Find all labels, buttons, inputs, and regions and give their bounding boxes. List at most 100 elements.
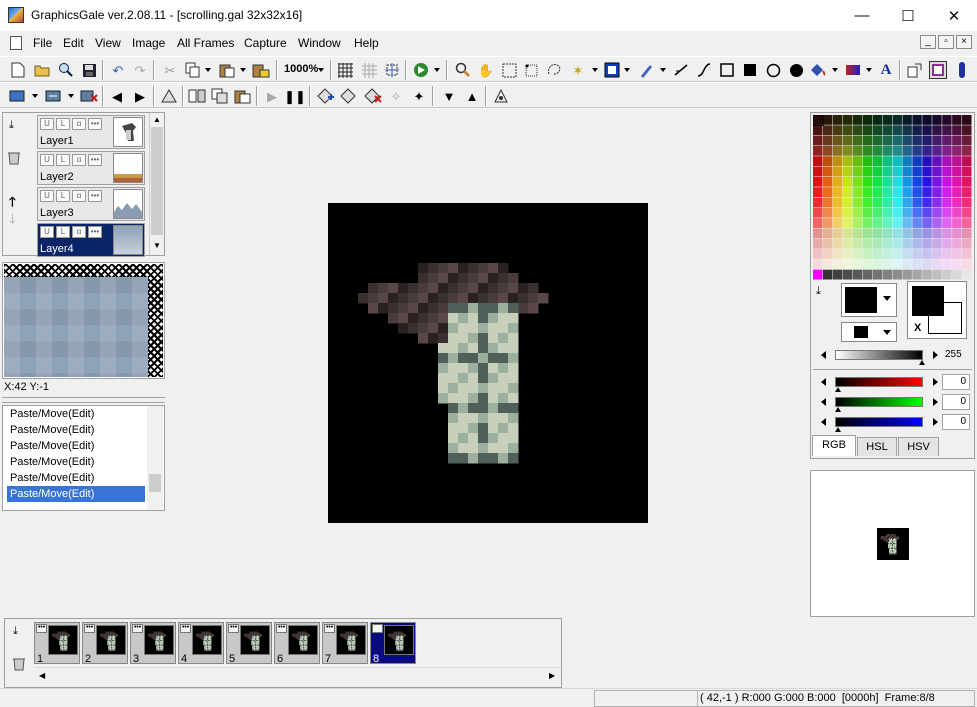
layer-alpha-button[interactable]: α [72, 226, 86, 238]
red-slider[interactable] [835, 377, 923, 387]
history-item[interactable]: Paste/Move(Edit) [7, 454, 145, 470]
curve-icon[interactable] [695, 61, 713, 79]
animation-dropdown-icon[interactable] [434, 68, 440, 72]
tab-rgb[interactable]: RGB [812, 435, 856, 456]
ellipse-icon[interactable] [764, 61, 782, 79]
layers-scrollbar[interactable]: ▲ ▼ [149, 113, 164, 255]
pen-dropdown-icon[interactable] [660, 68, 666, 72]
scroll-down-icon[interactable]: ▼ [153, 241, 161, 250]
layer-row-2[interactable]: U L α ••• Layer2 [37, 151, 145, 185]
rect-select-icon[interactable] [500, 61, 518, 79]
delete-frames-icon[interactable] [364, 87, 382, 105]
layer-lock-button[interactable]: L [56, 190, 70, 202]
history-item[interactable]: Paste/Move(Edit) [7, 406, 145, 422]
close-button[interactable]: ✕ [931, 0, 977, 31]
green-right-arrow-icon[interactable] [933, 398, 938, 406]
layer-unlock-button[interactable]: U [40, 226, 54, 238]
download-frame-icon[interactable]: ⤓ [13, 625, 18, 638]
blue-slider[interactable] [835, 417, 923, 427]
layer-row-1[interactable]: U L α ••• Layer1 [37, 115, 145, 149]
undo-icon[interactable]: ↶ [109, 61, 127, 79]
frame-menu-button[interactable]: ••• [372, 624, 383, 633]
frame-thumb-3[interactable]: ••• 3 [130, 622, 176, 665]
add-layer-dropdown-icon[interactable] [32, 94, 38, 98]
color-swatches[interactable]: X [907, 281, 967, 339]
filled-ellipse-icon[interactable] [787, 61, 805, 79]
red-right-arrow-icon[interactable] [933, 378, 938, 386]
paste-icon[interactable] [218, 61, 236, 79]
layer-alpha-button[interactable]: α [72, 190, 86, 202]
frame-thumb-5[interactable]: ••• 5 [226, 622, 272, 665]
foreground-color-swatch[interactable] [912, 286, 944, 316]
paste-new-icon[interactable] [252, 61, 270, 79]
frame-effect-icon[interactable]: ✦ [410, 87, 428, 105]
frames-scrollbar[interactable]: ◀ ▶ [35, 667, 561, 685]
hand-tool-icon[interactable]: ✋ [477, 61, 495, 79]
copy-to-icon[interactable] [906, 61, 924, 79]
mdi-minimize-button[interactable]: _ [920, 35, 936, 49]
layer-lock-button[interactable]: L [56, 118, 70, 130]
layer-unlock-button[interactable]: U [40, 118, 54, 130]
download-layer-icon[interactable]: ⤓ [9, 119, 14, 132]
layer-lock-button[interactable]: L [56, 226, 70, 238]
mdi-close-button[interactable]: × [956, 35, 972, 49]
menu-capture[interactable]: Capture [244, 36, 287, 50]
frame-thumb-2[interactable]: ••• 2 [82, 622, 128, 665]
alpha-slider-thumb[interactable] [919, 360, 925, 365]
layer-row-4[interactable]: U L α ••• Layer4 [37, 223, 145, 257]
magic-wand-icon[interactable]: ✶ [569, 61, 587, 79]
frame-menu-button[interactable]: ••• [132, 624, 143, 633]
layer-menu-button[interactable]: ••• [88, 118, 102, 130]
trash-icon[interactable] [11, 655, 27, 671]
menu-all-frames[interactable]: All Frames [177, 36, 234, 50]
frame-thumb-1[interactable]: ••• 1 [34, 622, 80, 665]
fill-dropdown-icon[interactable] [832, 68, 838, 72]
alpha-right-arrow-icon[interactable] [933, 351, 938, 359]
panel-splitter[interactable] [2, 397, 165, 403]
composite-icon[interactable] [188, 87, 206, 105]
layer-alpha-button[interactable]: α [72, 118, 86, 130]
animation-icon[interactable] [412, 61, 430, 79]
menu-edit[interactable]: Edit [63, 36, 84, 50]
green-slider-thumb[interactable] [835, 407, 841, 412]
palette-grid[interactable] [812, 114, 972, 280]
previous-frame-icon[interactable]: ◀ [108, 87, 126, 105]
grid-icon[interactable] [336, 61, 354, 79]
alpha-slider[interactable] [835, 350, 923, 360]
scroll-left-icon[interactable]: ◀ [39, 671, 45, 680]
crop-icon[interactable] [383, 61, 401, 79]
pixel-canvas[interactable] [328, 203, 649, 524]
layer-lock-button[interactable]: L [56, 154, 70, 166]
move-up-icon[interactable]: ▲ [463, 87, 481, 105]
layer-menu-button[interactable]: ••• [88, 190, 102, 202]
history-item-selected[interactable]: Paste/Move(Edit) [7, 486, 145, 502]
fill-icon[interactable] [809, 61, 827, 79]
add-layer-icon[interactable] [9, 87, 27, 105]
history-item[interactable]: Paste/Move(Edit) [7, 422, 145, 438]
menu-view[interactable]: View [95, 36, 121, 50]
layer-menu-button[interactable]: ••• [88, 226, 102, 238]
filled-rectangle-icon[interactable] [741, 61, 759, 79]
history-scroll-thumb[interactable] [149, 474, 161, 492]
frame-menu-button[interactable]: ••• [324, 624, 335, 633]
tab-hsl[interactable]: HSL [857, 437, 897, 456]
menu-help[interactable]: Help [354, 36, 379, 50]
frame-thumb-7[interactable]: ••• 7 [322, 622, 368, 665]
scroll-thumb[interactable] [151, 127, 163, 235]
pen-size-selector[interactable] [841, 322, 897, 342]
menu-image[interactable]: Image [132, 36, 165, 50]
next-frame-icon[interactable]: ▶ [131, 87, 149, 105]
paste-frame-icon[interactable] [234, 87, 252, 105]
frame-properties-icon[interactable] [160, 87, 178, 105]
red-left-arrow-icon[interactable] [821, 378, 826, 386]
frame-menu-button[interactable]: ••• [228, 624, 239, 633]
insert-frame-icon[interactable] [317, 87, 335, 105]
frame-border-icon[interactable] [929, 61, 947, 79]
scroll-right-icon[interactable]: ▶ [549, 671, 555, 680]
zoom-value[interactable]: 1000% [284, 63, 318, 75]
tab-hsv[interactable]: HSV [898, 437, 939, 456]
copy-frame-icon[interactable] [211, 87, 229, 105]
layer-unlock-button[interactable]: U [40, 190, 54, 202]
open-icon[interactable] [33, 61, 51, 79]
frame-tool-icon[interactable] [492, 87, 510, 105]
